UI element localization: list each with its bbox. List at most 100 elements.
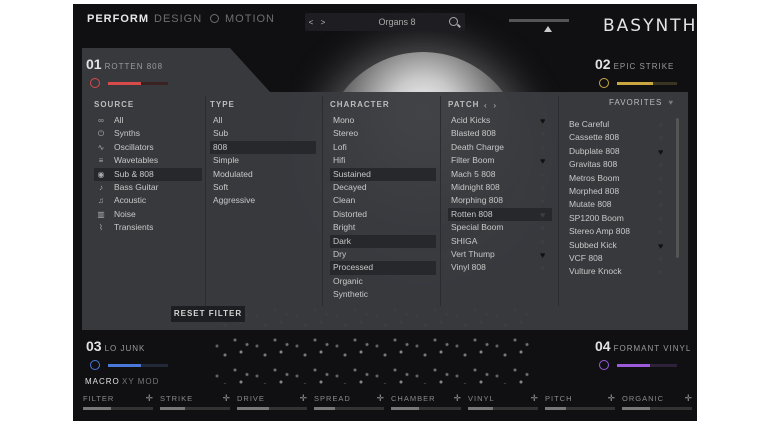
heart-icon[interactable]: ♥ bbox=[658, 201, 666, 210]
power-icon[interactable] bbox=[90, 360, 100, 370]
source-item[interactable]: ♪ Bass Guitar bbox=[94, 181, 202, 194]
character-item[interactable]: Bright bbox=[330, 221, 436, 234]
heart-icon[interactable]: ♥ bbox=[540, 143, 548, 152]
move-icon[interactable]: ✛ bbox=[145, 393, 153, 404]
prev-preset-button[interactable]: < bbox=[305, 18, 317, 27]
type-item[interactable]: Soft bbox=[210, 181, 316, 194]
heart-icon[interactable]: ♥ bbox=[658, 228, 666, 237]
tab-design[interactable]: DESIGN bbox=[154, 13, 202, 25]
patch-item[interactable]: Morphed 808 ♥ bbox=[566, 185, 670, 198]
patch-item[interactable]: Blasted 808 ♥ bbox=[448, 127, 552, 140]
heart-icon[interactable]: ♥ bbox=[658, 254, 666, 263]
patch-item[interactable]: Stereo Amp 808 ♥ bbox=[566, 225, 670, 238]
move-icon[interactable]: ✛ bbox=[530, 393, 538, 404]
move-icon[interactable]: ✛ bbox=[607, 393, 615, 404]
source-item[interactable]: ≡ Wavetables bbox=[94, 154, 202, 167]
heart-icon[interactable]: ♥ bbox=[540, 210, 548, 219]
type-item[interactable]: 808 bbox=[210, 140, 316, 155]
heart-icon[interactable]: ♥ bbox=[658, 241, 666, 250]
heart-icon[interactable]: ♥ bbox=[540, 130, 548, 139]
macro-pitch[interactable]: PITCH ✛ bbox=[545, 393, 615, 410]
patch-item[interactable]: Rotten 808 ♥ bbox=[448, 207, 552, 222]
patch-item[interactable]: Dubplate 808 ♥ bbox=[566, 145, 670, 158]
character-item[interactable]: Hifi bbox=[330, 154, 436, 167]
patch-item[interactable]: Gravitas 808 ♥ bbox=[566, 158, 670, 171]
heart-icon[interactable]: ♥ bbox=[540, 224, 548, 233]
heart-icon[interactable]: ♥ bbox=[658, 161, 666, 170]
patch-item[interactable]: Special Boom ♥ bbox=[448, 221, 552, 234]
source-item[interactable]: ∞ All bbox=[94, 114, 202, 127]
layer-slot-1[interactable]: 01 ROTTEN 808 bbox=[86, 56, 196, 88]
patch-item[interactable]: Death Charge ♥ bbox=[448, 141, 552, 154]
scrollbar[interactable] bbox=[676, 118, 679, 258]
power-icon[interactable] bbox=[599, 360, 609, 370]
move-icon[interactable]: ✛ bbox=[299, 393, 307, 404]
character-item[interactable]: Stereo bbox=[330, 127, 436, 140]
source-item[interactable]: ⌇ Transients bbox=[94, 221, 202, 234]
macro-drive[interactable]: DRIVE ✛ bbox=[237, 393, 307, 410]
macro-chamber[interactable]: CHAMBER ✛ bbox=[391, 393, 461, 410]
macro-vinyl[interactable]: VINYL ✛ bbox=[468, 393, 538, 410]
heart-icon[interactable]: ♥ bbox=[540, 183, 548, 192]
move-icon[interactable]: ✛ bbox=[376, 393, 384, 404]
heart-icon[interactable]: ♥ bbox=[658, 268, 666, 277]
macro-organic[interactable]: ORGANIC ✛ bbox=[622, 393, 692, 410]
type-item[interactable]: Modulated bbox=[210, 168, 316, 181]
type-item[interactable]: Simple bbox=[210, 154, 316, 167]
master-volume-slider[interactable] bbox=[509, 19, 569, 22]
patch-item[interactable]: Metros Boom ♥ bbox=[566, 172, 670, 185]
patch-item[interactable]: Midnight 808 ♥ bbox=[448, 181, 552, 194]
source-item[interactable]: ▥ Noise bbox=[94, 208, 202, 221]
heart-icon[interactable]: ♥ bbox=[540, 157, 548, 166]
tab-motion[interactable]: MOTION bbox=[210, 13, 275, 25]
patch-item[interactable]: Mach 5 808 ♥ bbox=[448, 168, 552, 181]
character-item[interactable]: Mono bbox=[330, 114, 436, 127]
favorites-filter[interactable]: FAVORITES ♥ bbox=[609, 98, 674, 107]
master-volume-thumb[interactable] bbox=[544, 26, 552, 32]
source-item[interactable]: ∿ Oscillators bbox=[94, 141, 202, 154]
patch-item[interactable]: SP1200 Boom ♥ bbox=[566, 212, 670, 225]
type-item[interactable]: Aggressive bbox=[210, 194, 316, 207]
patch-item[interactable]: Vert Thump ♥ bbox=[448, 248, 552, 261]
heart-icon[interactable]: ♥ bbox=[540, 237, 548, 246]
preset-selector[interactable]: < > Organs 8 bbox=[305, 13, 465, 31]
patch-item[interactable]: Vulture Knock ♥ bbox=[566, 265, 670, 278]
heart-icon[interactable]: ♥ bbox=[658, 214, 666, 223]
patch-item[interactable]: Be Careful ♥ bbox=[566, 118, 670, 131]
character-item[interactable]: Distorted bbox=[330, 208, 436, 221]
heart-icon[interactable]: ♥ bbox=[540, 170, 548, 179]
tab-macro[interactable]: MACRO bbox=[85, 377, 120, 386]
character-item[interactable]: Synthetic bbox=[330, 288, 436, 301]
tab-xy-mod[interactable]: XY MOD bbox=[122, 377, 159, 386]
source-item[interactable]: ♫ Acoustic bbox=[94, 194, 202, 207]
character-item[interactable]: Organic bbox=[330, 275, 436, 288]
patch-item[interactable]: Filter Boom ♥ bbox=[448, 154, 552, 167]
layer-slot-4[interactable]: 04 FORMANT VINYL bbox=[595, 338, 697, 370]
reset-filter-button[interactable]: RESET FILTER bbox=[171, 306, 245, 322]
heart-icon[interactable]: ♥ bbox=[540, 264, 548, 273]
source-item[interactable]: ◉ Sub & 808 bbox=[94, 167, 202, 181]
type-item[interactable]: Sub bbox=[210, 127, 316, 140]
heart-icon[interactable]: ♥ bbox=[658, 121, 666, 130]
patch-item[interactable]: Mutate 808 ♥ bbox=[566, 198, 670, 211]
heart-icon[interactable]: ♥ bbox=[540, 117, 548, 126]
character-item[interactable]: Clean bbox=[330, 194, 436, 207]
source-item[interactable]: ⏻ Synths bbox=[94, 127, 202, 140]
heart-icon[interactable]: ♥ bbox=[658, 134, 666, 143]
character-item[interactable]: Dark bbox=[330, 234, 436, 248]
character-item[interactable]: Lofi bbox=[330, 141, 436, 154]
macro-spread[interactable]: SPREAD ✛ bbox=[314, 393, 384, 410]
move-icon[interactable]: ✛ bbox=[453, 393, 461, 404]
next-preset-button[interactable]: > bbox=[317, 18, 329, 27]
patch-item[interactable]: Vinyl 808 ♥ bbox=[448, 261, 552, 274]
macro-filter[interactable]: FILTER ✛ bbox=[83, 393, 153, 410]
move-icon[interactable]: ✛ bbox=[222, 393, 230, 404]
patch-item[interactable]: SHIGA ♥ bbox=[448, 235, 552, 248]
layer-slot-3[interactable]: 03 LO JUNK bbox=[86, 338, 196, 370]
move-icon[interactable]: ✛ bbox=[684, 393, 692, 404]
heart-icon[interactable]: ♥ bbox=[658, 174, 666, 183]
tab-perform[interactable]: PERFORM bbox=[87, 13, 149, 25]
patch-item[interactable]: Subbed Kick ♥ bbox=[566, 239, 670, 252]
heart-icon[interactable]: ♥ bbox=[658, 187, 666, 196]
patch-next-icon[interactable]: › bbox=[493, 101, 496, 110]
